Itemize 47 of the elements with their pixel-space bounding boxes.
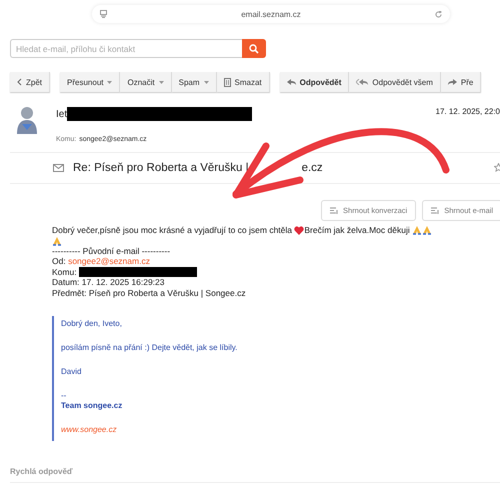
- envelope-icon: [53, 164, 64, 172]
- toolbar-button[interactable]: Spam: [172, 72, 217, 92]
- message-subject: e.cz: [302, 162, 323, 174]
- toolbar-button[interactable]: Označit: [120, 72, 172, 92]
- body-text: Dobrý večer,písně jsou moc krásné a vyjadřují to co jsem chtěla: [52, 225, 292, 236]
- praying-hands-icon: [412, 225, 422, 236]
- header-label: Předmět:: [52, 288, 86, 298]
- caret-icon: [158, 80, 164, 84]
- message-date: 17. 12. 2025, 22:0: [436, 107, 500, 116]
- header-label: Od:: [52, 256, 66, 266]
- header-value: Píseň pro Roberta a Věrušku | Songee.cz: [88, 288, 246, 298]
- body-text: Brečím jak želva.Moc děkuji: [304, 225, 410, 236]
- search-field[interactable]: Hledat e-mail, přílohu či kontakt: [10, 39, 242, 58]
- heart-icon: [294, 226, 304, 235]
- reload-icon[interactable]: [434, 10, 442, 18]
- signature-name: Team songee.cz: [61, 401, 124, 411]
- signature-dash: --: [61, 391, 68, 401]
- url-text: email.seznam.cz: [241, 10, 301, 18]
- toolbar-button[interactable]: Smazat: [216, 72, 270, 92]
- trash-icon: [224, 78, 231, 86]
- forward-icon: [448, 79, 457, 85]
- summary-icon: [330, 207, 340, 214]
- summary-icon: [431, 207, 440, 214]
- reply-all-icon: [356, 79, 368, 85]
- toolbar-button[interactable]: Přesunout: [60, 72, 120, 92]
- reply-icon: [286, 79, 296, 85]
- header-label: Komu:: [52, 266, 77, 277]
- original-divider: ---------- Původní e-mail ----------: [52, 246, 170, 256]
- sender-name: Iet: [56, 108, 68, 120]
- caret-icon: [107, 80, 112, 84]
- quote-text: David: [61, 367, 82, 377]
- search-icon: [249, 44, 259, 54]
- header-label: Datum:: [52, 277, 80, 288]
- toolbar-button[interactable]: Odpovědět všem: [349, 72, 441, 92]
- toolbar-button[interactable]: Odpovědět: [280, 72, 350, 92]
- address-bar[interactable]: email.seznam.cz: [92, 5, 450, 23]
- caret-icon: [204, 80, 209, 84]
- quote-text: Dobrý den, Iveto,: [61, 319, 123, 329]
- chevron-left-icon: [17, 78, 22, 86]
- praying-hands-icon: [52, 236, 62, 246]
- praying-hands-icon: [422, 225, 432, 236]
- quick-reply-title: Rychlá odpověď: [9, 466, 74, 476]
- toolbar-button[interactable]: Pře: [440, 72, 482, 92]
- toolbar-button[interactable]: Zpět: [10, 72, 50, 92]
- header-value: 17. 12. 2025 16:29:23: [82, 277, 164, 288]
- quote-text: posílám písně na přání :) Dejte vědět, jak se líbily.: [61, 343, 238, 353]
- search-button[interactable]: [242, 39, 266, 58]
